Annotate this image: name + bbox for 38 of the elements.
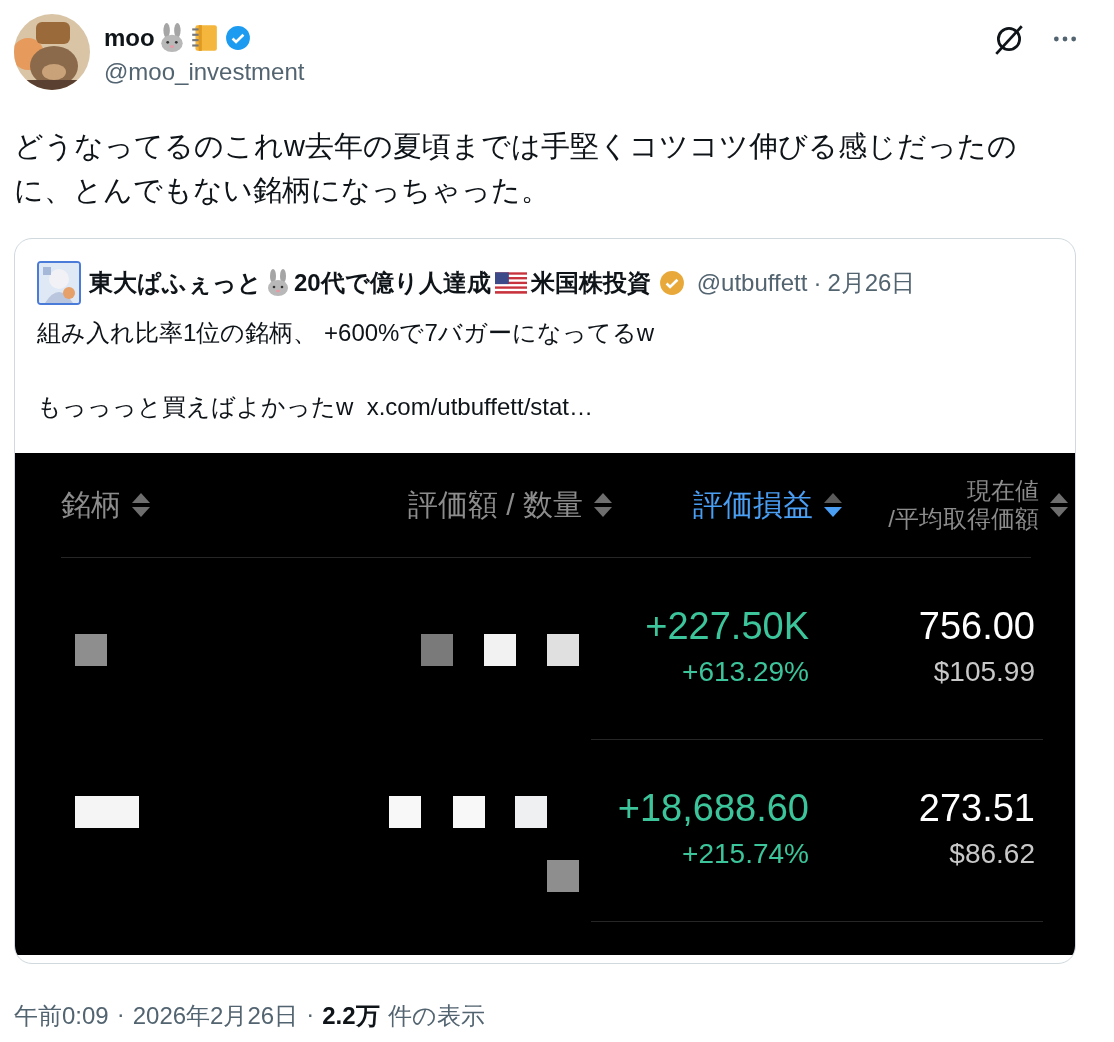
quoted-author-name[interactable]: 20代で億り人達成 — [294, 267, 491, 299]
profit-value: +227.50K — [645, 604, 809, 649]
separator-dot: · — [306, 1000, 315, 1029]
sort-icon[interactable] — [131, 491, 151, 519]
post-date[interactable]: 2月26日 — [827, 267, 916, 299]
quoted-text: 組み入れ比率1位の銘柄、 +600%で7バガーになってるw — [37, 318, 656, 348]
quoted-text: もっっっと買えばよかったw x.com/utbuffett/stat… — [37, 392, 594, 422]
profit-value: +18,688.60 — [617, 786, 809, 831]
separator-dot: · — [116, 1000, 125, 1029]
average-price: $86.62 — [949, 838, 1035, 870]
author-handle[interactable]: @moo_investment — [104, 58, 305, 86]
post-text: どうなってるのこれw去年の夏頃までは手堅くコツコツ伸びる感じだったのに、とんでもない銘柄になっちゃった。 — [14, 129, 1018, 208]
quoted-author-name[interactable]: 米国株投資 — [530, 267, 651, 299]
column-header[interactable]: 評価額 / 数量 — [408, 484, 583, 526]
view-count: 2.2万 — [322, 1001, 380, 1031]
column-header[interactable]: 評価損益 — [693, 484, 813, 526]
column-header[interactable]: 現在値 — [967, 477, 1039, 505]
link[interactable]: x.com/utbuffett/stat… — [366, 393, 593, 420]
average-price: $105.99 — [933, 656, 1035, 688]
views-label: 件の表示 — [387, 1001, 485, 1031]
current-price: 756.00 — [918, 604, 1035, 649]
author-name[interactable]: moo — [104, 24, 155, 52]
sort-icon[interactable] — [593, 491, 613, 519]
profit-percent: +215.74% — [682, 838, 809, 870]
sort-icon[interactable] — [823, 491, 843, 519]
post-date[interactable]: 2026年2月26日 — [132, 1000, 299, 1032]
post-time[interactable]: 午前0:09 — [14, 1000, 109, 1032]
separator-dot: · — [813, 269, 822, 297]
column-header[interactable]: 銘柄 — [61, 484, 121, 526]
current-price: 273.51 — [918, 786, 1035, 831]
column-subheader: /平均取得価額 — [888, 505, 1039, 533]
quoted-author-handle[interactable]: @utbuffett — [696, 269, 808, 297]
more-icon[interactable] — [1052, 34, 1078, 44]
profit-percent: +613.29% — [682, 656, 809, 688]
quoted-post-card[interactable] — [14, 238, 1076, 964]
quoted-author-name[interactable]: 東大ぱふぇっと — [89, 267, 262, 299]
sort-icon[interactable] — [1049, 491, 1069, 519]
flag-icon — [494, 272, 527, 294]
